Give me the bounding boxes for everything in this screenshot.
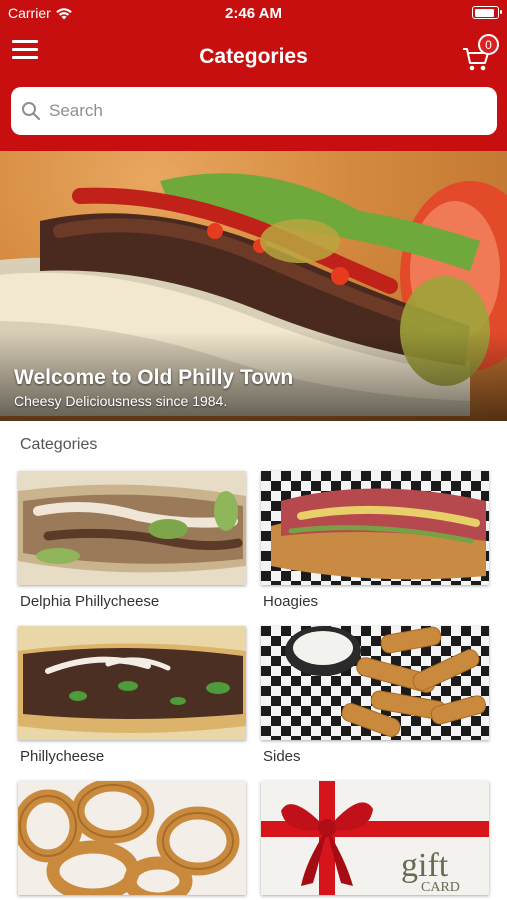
categories-heading: Categories (20, 436, 98, 453)
category-label: Phillycheese (20, 748, 105, 765)
category-image (18, 626, 246, 740)
battery-level (474, 8, 494, 17)
cart-button[interactable]: 0 (461, 34, 499, 72)
card-text: CARD (421, 880, 460, 895)
category-card-delphia-phillycheese[interactable]: Delphia Phillycheese (18, 471, 246, 610)
category-label: Sides (263, 748, 301, 765)
search-bar[interactable] (11, 87, 497, 135)
category-image (18, 471, 246, 585)
category-label: Delphia Phillycheese (20, 593, 160, 610)
app-header: Carrier 2:46 AM Categories 0 (0, 0, 507, 151)
hero-subtitle: Cheesy Deliciousness since 1984. (14, 393, 228, 409)
delphia-phillycheese-image (18, 471, 246, 585)
cart-count-badge: 0 (478, 34, 499, 55)
category-card-gift-card[interactable]: gift CARD (261, 781, 489, 895)
sides-image (261, 626, 489, 740)
category-label: Hoagies (263, 593, 319, 610)
category-card-sides[interactable]: Sides (261, 626, 489, 765)
category-image (261, 626, 489, 740)
nav-bar: Categories 0 (0, 30, 507, 82)
category-image (18, 781, 246, 895)
category-card-hoagies[interactable]: Hoagies (261, 471, 489, 610)
hoagie-image (261, 471, 489, 585)
phillycheese-image (18, 626, 246, 740)
category-card-phillycheese[interactable]: Phillycheese (18, 626, 246, 765)
page-title: Categories (199, 45, 308, 68)
onion-rings-image (18, 781, 246, 895)
status-bar: Carrier 2:46 AM (0, 0, 507, 28)
gift-text: gift (401, 847, 449, 884)
category-image: gift CARD (261, 781, 489, 895)
hero-banner: Welcome to Old Philly Town Cheesy Delici… (0, 151, 507, 421)
hero-title: Welcome to Old Philly Town (14, 366, 294, 389)
search-icon (22, 102, 41, 121)
battery-icon (472, 6, 502, 19)
status-time: 2:46 AM (225, 5, 282, 22)
category-card-onion-rings[interactable] (18, 781, 246, 895)
search-input[interactable] (49, 101, 469, 121)
gift-card-image: gift CARD (261, 781, 489, 895)
category-image (261, 471, 489, 585)
